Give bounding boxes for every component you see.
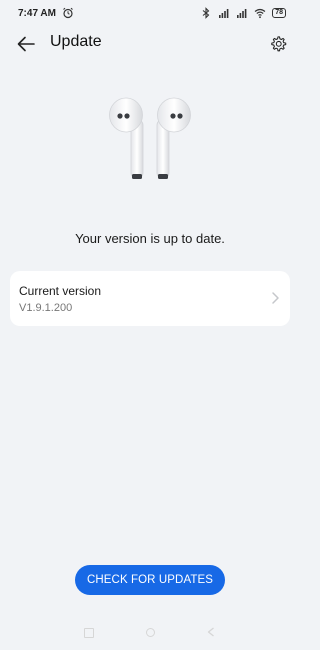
wifi-icon xyxy=(254,8,266,19)
status-bar: 7:47 AM 78 xyxy=(0,0,300,26)
chevron-right-icon xyxy=(272,292,279,304)
back-button[interactable] xyxy=(14,32,38,56)
check-for-updates-button[interactable]: CHECK FOR UPDATES xyxy=(75,565,225,595)
current-version-label: Current version xyxy=(19,284,102,298)
page-title: Update xyxy=(50,33,102,50)
nav-back-button[interactable] xyxy=(207,627,215,637)
navigation-bar xyxy=(0,624,300,640)
bluetooth-icon xyxy=(202,7,210,19)
update-status-message: Your version is up to date. xyxy=(75,231,225,246)
back-arrow-icon xyxy=(17,36,35,52)
app-header: Update xyxy=(0,28,300,60)
gear-icon xyxy=(271,36,287,52)
signal-icon xyxy=(219,9,229,18)
settings-button[interactable] xyxy=(266,32,290,56)
signal-icon xyxy=(237,9,247,18)
alarm-icon xyxy=(63,7,73,19)
status-bar-left: 7:47 AM xyxy=(18,7,74,19)
current-version-card[interactable]: Current version V1.9.1.200 xyxy=(10,271,290,326)
right-earbud xyxy=(156,97,191,179)
current-version-value: V1.9.1.200 xyxy=(19,302,73,314)
left-earbud xyxy=(109,97,144,179)
earbuds-image xyxy=(109,97,191,179)
clock-time: 7:47 AM xyxy=(18,7,56,19)
battery-icon: 78 xyxy=(272,8,286,18)
recent-apps-button[interactable] xyxy=(84,628,94,638)
status-bar-right: 78 xyxy=(200,7,286,19)
home-button[interactable] xyxy=(146,628,155,637)
